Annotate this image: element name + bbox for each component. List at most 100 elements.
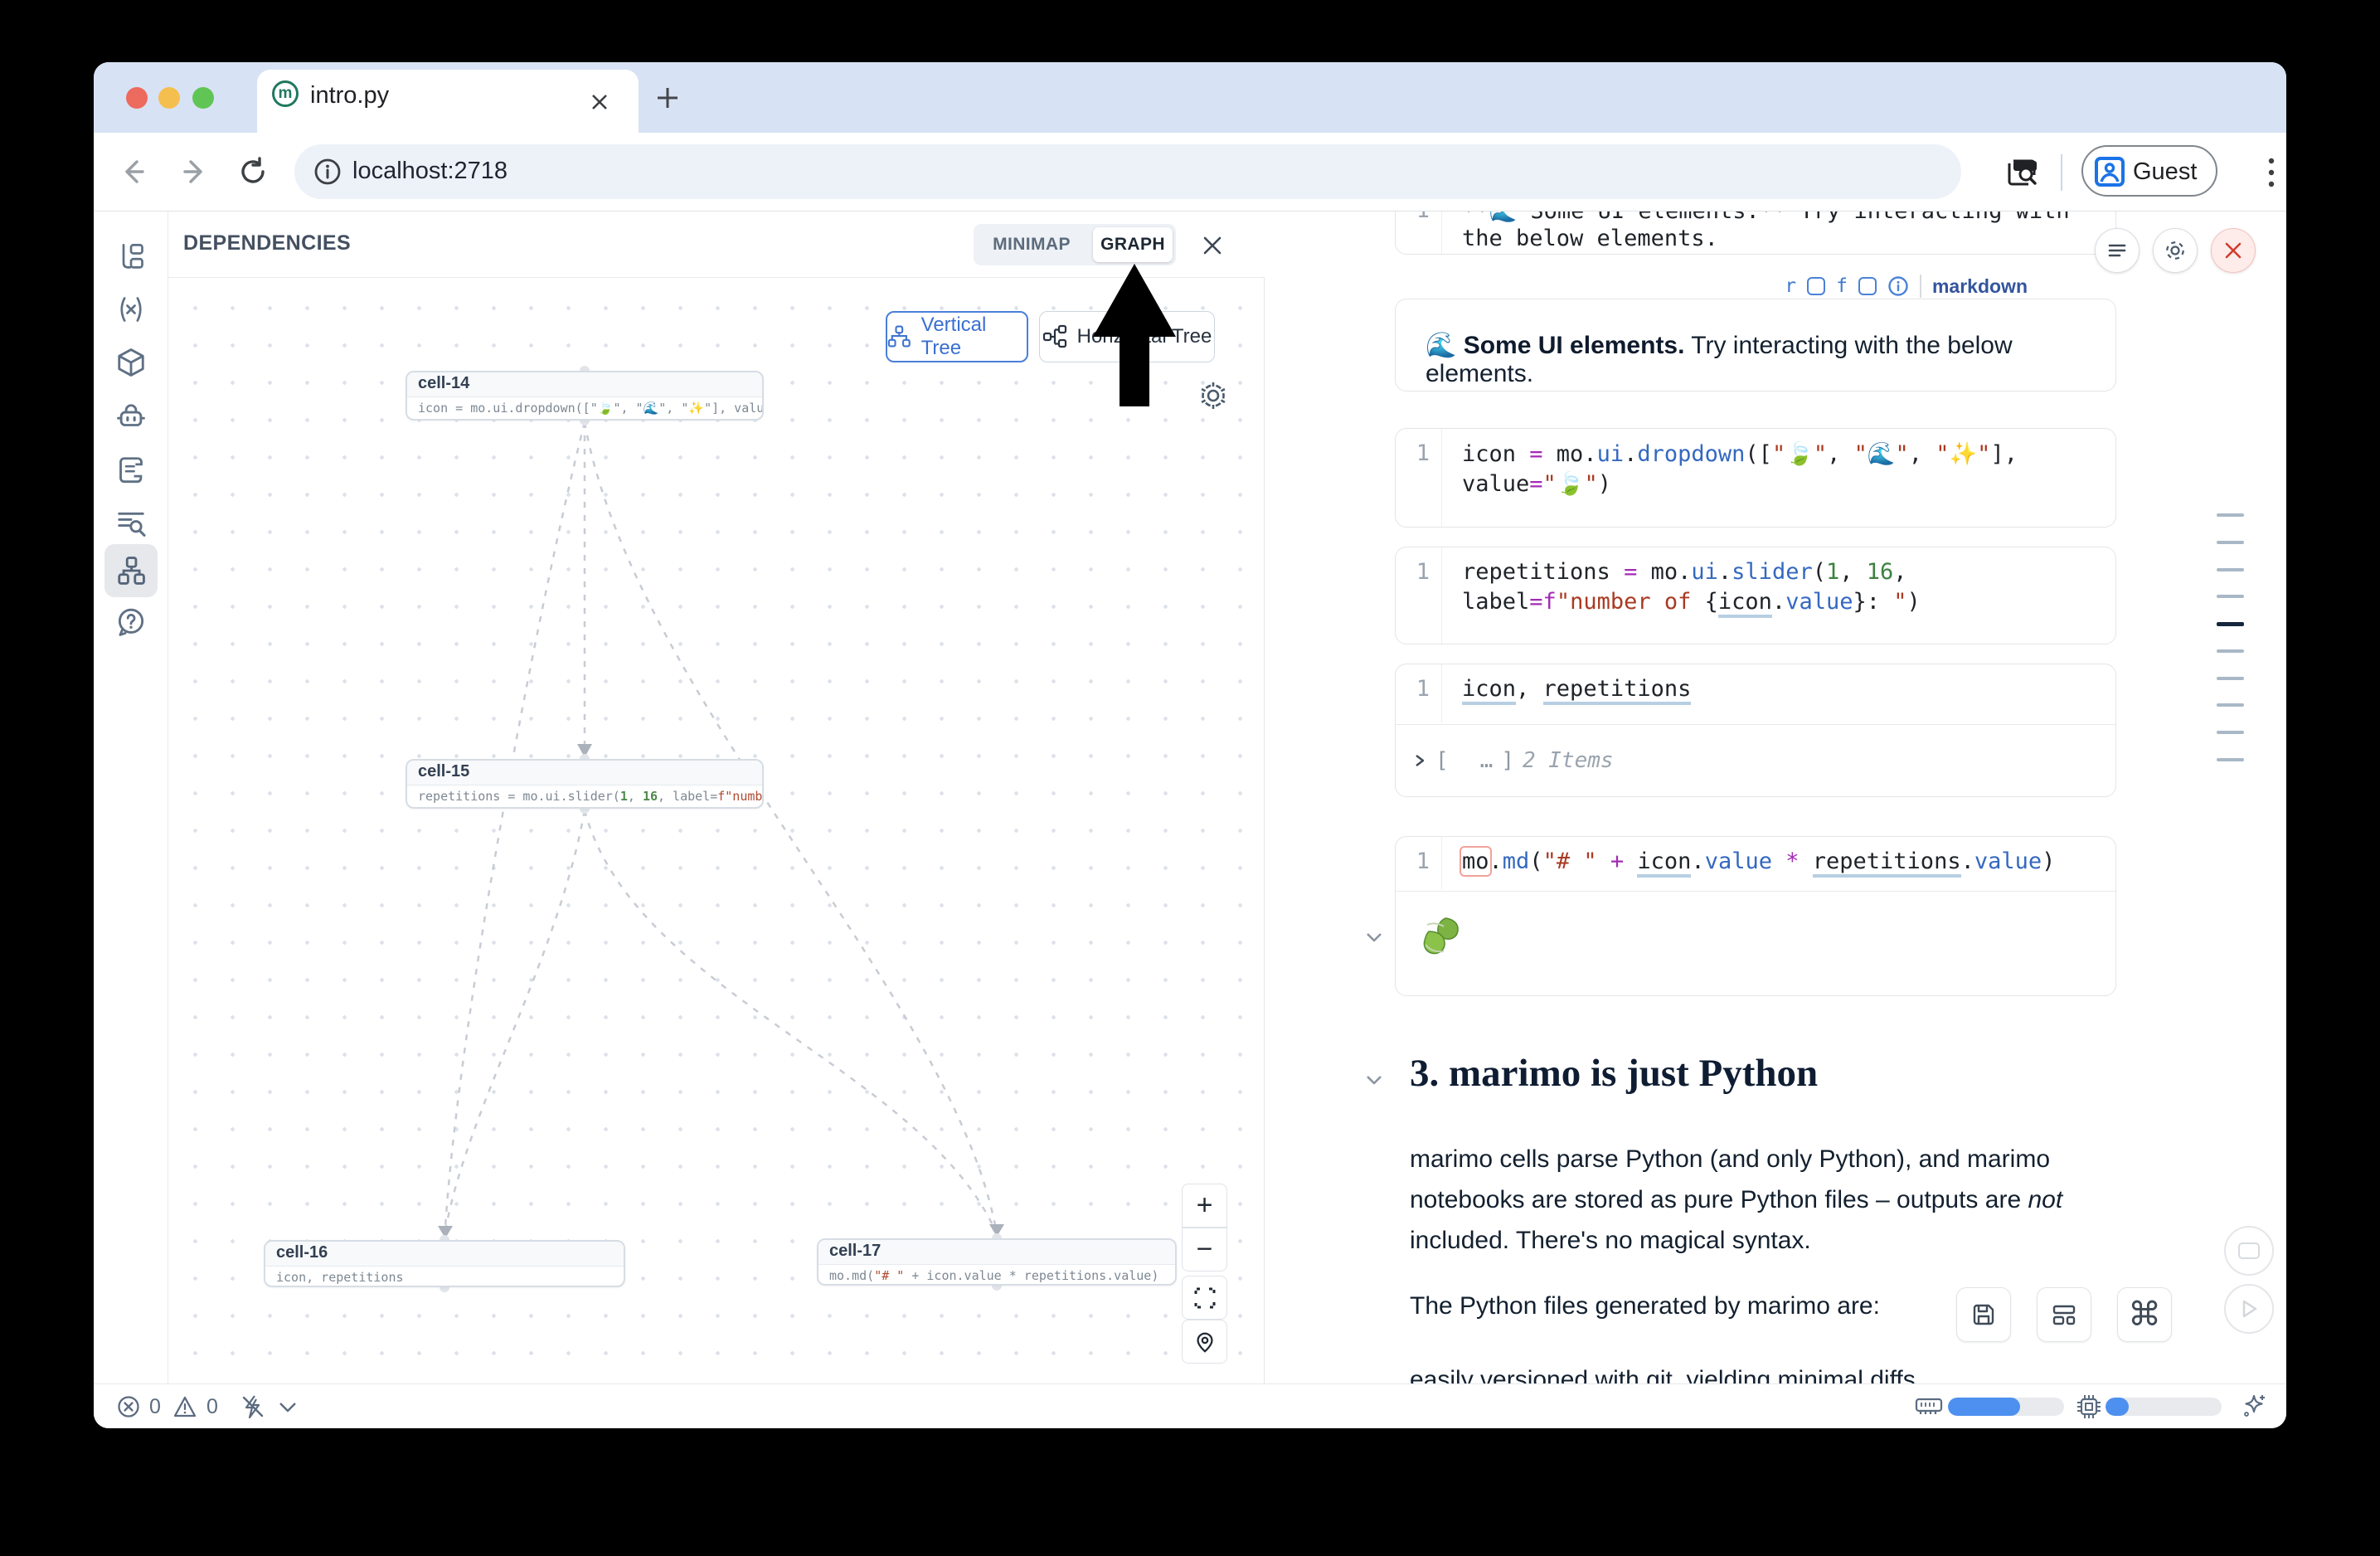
- minimap-tick[interactable]: [2217, 595, 2244, 598]
- reload-icon[interactable]: [236, 155, 270, 188]
- code-line[interactable]: the below elements.: [1462, 226, 1718, 251]
- collapse-chevron-icon[interactable]: [1362, 925, 1387, 950]
- minimap-tick[interactable]: [2217, 568, 2244, 571]
- url-text[interactable]: localhost:2718: [352, 158, 508, 185]
- zoom-in-button[interactable]: +: [1182, 1184, 1227, 1228]
- browser-menu-icon[interactable]: [2260, 154, 2283, 191]
- tab-close-icon[interactable]: [589, 91, 610, 113]
- minimap-tick[interactable]: [2217, 703, 2244, 707]
- sidebar-item-packages[interactable]: [104, 336, 158, 389]
- md-editor-cell[interactable]: 1 **🌊 Some UI elements.** Try interactin…: [1395, 212, 2116, 255]
- code-line[interactable]: value="🍃"): [1462, 470, 1611, 497]
- sidebar-item-scratchpad[interactable]: [104, 444, 158, 497]
- errors-icon[interactable]: [117, 1395, 140, 1418]
- horizontal-tree-button[interactable]: Horizontal Tree: [1039, 311, 1215, 362]
- connection-off-icon[interactable]: [240, 1393, 266, 1420]
- graph-tab[interactable]: GRAPH: [1093, 227, 1173, 262]
- sidebar-item-outline[interactable]: [104, 496, 158, 549]
- notebook-menu-button[interactable]: [2095, 228, 2140, 273]
- ai-sparkle-icon[interactable]: [2240, 1393, 2268, 1421]
- zoom-out-button[interactable]: −: [1182, 1228, 1227, 1272]
- code-line[interactable]: mo.md("# " + icon.value * repetitions.va…: [1462, 849, 2055, 874]
- minimap-tick[interactable]: [2217, 677, 2244, 680]
- node-title: cell-15: [407, 761, 762, 785]
- graph-canvas[interactable]: cell-14 icon = mo.ui.dropdown(["🍃", "🌊",…: [168, 278, 1265, 1383]
- horizontal-tree-label: Horizontal Tree: [1077, 325, 1212, 348]
- warnings-icon[interactable]: [172, 1394, 197, 1419]
- panel-close-icon[interactable]: [1202, 235, 1223, 256]
- notebook-settings-button[interactable]: [2153, 228, 2198, 273]
- save-button[interactable]: [1956, 1287, 2011, 1342]
- location-pin-icon: [1192, 1330, 1217, 1354]
- locate-button[interactable]: [1182, 1320, 1227, 1364]
- cell-divider: [1396, 724, 2115, 725]
- forward-icon[interactable]: [179, 156, 211, 187]
- traffic-minimize-button[interactable]: [158, 87, 180, 109]
- cell-info-icon[interactable]: [1887, 275, 1909, 297]
- items-count-label: 2 Items: [1523, 748, 1614, 773]
- keyboard-shortcuts-button[interactable]: ⌘: [2117, 1287, 2172, 1342]
- traffic-close-button[interactable]: [126, 87, 148, 109]
- sidebar-item-file-explorer[interactable]: [104, 231, 158, 284]
- close-icon: [2223, 241, 2243, 260]
- chevron-down-icon[interactable]: [278, 1401, 298, 1414]
- new-tab-button[interactable]: [654, 85, 681, 111]
- run-all-button[interactable]: [2224, 1284, 2274, 1334]
- expand-chevron-icon[interactable]: [1412, 753, 1427, 768]
- minimap-tick[interactable]: [2217, 731, 2244, 734]
- minimap-tick[interactable]: [2217, 758, 2244, 761]
- sidebar-item-help[interactable]: [104, 596, 158, 649]
- code-line[interactable]: icon = mo.ui.dropdown(["🍃", "🌊", "✨"],: [1462, 440, 2018, 467]
- tuple-output-row: [ … ] 2 Items: [1412, 744, 1614, 777]
- profile-button[interactable]: Guest: [2081, 145, 2217, 197]
- memory-usage-fill: [1948, 1398, 2020, 1416]
- traffic-zoom-button[interactable]: [192, 87, 214, 109]
- notebook-pane: 1 **🌊 Some UI elements.** Try interactin…: [1265, 212, 2286, 1383]
- sidebar-item-dependencies[interactable]: [104, 544, 158, 597]
- minimap-tick[interactable]: [2217, 649, 2244, 653]
- minimap-tab[interactable]: MINIMAP: [974, 224, 1090, 265]
- reactive-toggle-checkbox[interactable]: [1807, 277, 1825, 295]
- graph-node-cell-15[interactable]: cell-15 repetitions = mo.ui.slider(1, 16…: [406, 759, 764, 809]
- graph-node-cell-17[interactable]: cell-17 mo.md("# " + icon.value * repeti…: [817, 1238, 1177, 1286]
- code-line[interactable]: **🌊 Some UI elements.** Try interacting …: [1462, 212, 2070, 224]
- code-cell-tuple[interactable]: 1 icon, repetitions [ … ] 2 Items: [1395, 664, 2116, 797]
- stop-all-button[interactable]: [2224, 1226, 2274, 1276]
- graph-node-cell-16[interactable]: cell-16 icon, repetitions: [264, 1240, 625, 1287]
- vertical-tree-button[interactable]: Vertical Tree: [886, 311, 1028, 362]
- url-bar[interactable]: localhost:2718: [294, 144, 1961, 199]
- memory-icon[interactable]: [1915, 1395, 1943, 1418]
- back-icon[interactable]: [117, 156, 148, 187]
- code-cell-md-output[interactable]: 1 mo.md("# " + icon.value * repetitions.…: [1395, 836, 2116, 996]
- site-info-icon[interactable]: [313, 157, 342, 187]
- code-cell-slider[interactable]: 1 repetitions = mo.ui.slider(1, 16, labe…: [1395, 547, 2116, 644]
- code-line[interactable]: label=f"number of {icon.value}: "): [1462, 589, 1921, 615]
- tab-search-icon[interactable]: [2004, 155, 2039, 190]
- dependencies-panel: DEPENDENCIES MINIMAP GRAPH: [168, 212, 1265, 1383]
- minimap-tick[interactable]: [2217, 541, 2244, 544]
- sidebar-item-ai-assistant[interactable]: [104, 391, 158, 444]
- variables-icon: [116, 294, 146, 324]
- dependencies-header: DEPENDENCIES MINIMAP GRAPH: [168, 212, 1265, 278]
- code-cell-dropdown[interactable]: 1 icon = mo.ui.dropdown(["🍃", "🌊", "✨"],…: [1395, 428, 2116, 528]
- toolbar-divider: [2061, 154, 2062, 191]
- frozen-toggle-checkbox[interactable]: [1858, 277, 1877, 295]
- cpu-usage-bar: [2106, 1398, 2222, 1416]
- cell-language-label[interactable]: markdown: [1932, 275, 2028, 298]
- layout-button[interactable]: [2037, 1287, 2091, 1342]
- fit-view-button[interactable]: [1182, 1276, 1227, 1320]
- code-line[interactable]: repetitions = mo.ui.slider(1, 16,: [1462, 559, 1907, 585]
- cpu-icon[interactable]: [2076, 1393, 2102, 1420]
- sidebar-item-variables[interactable]: [104, 283, 158, 336]
- hamburger-menu-icon: [2106, 239, 2129, 262]
- settings-gear-icon: [2163, 238, 2188, 263]
- code-line[interactable]: icon, repetitions: [1462, 676, 1691, 702]
- section-chevron-icon[interactable]: [1362, 1067, 1387, 1092]
- graph-settings-icon[interactable]: [1197, 379, 1230, 412]
- line-number: 1: [1416, 849, 1430, 874]
- browser-tab[interactable]: m intro.py: [257, 70, 639, 133]
- minimap-tick[interactable]: [2217, 513, 2244, 517]
- shutdown-button[interactable]: [2211, 228, 2256, 273]
- minimap-tick-active[interactable]: [2217, 622, 2244, 626]
- graph-node-cell-14[interactable]: cell-14 icon = mo.ui.dropdown(["🍃", "🌊",…: [406, 371, 764, 421]
